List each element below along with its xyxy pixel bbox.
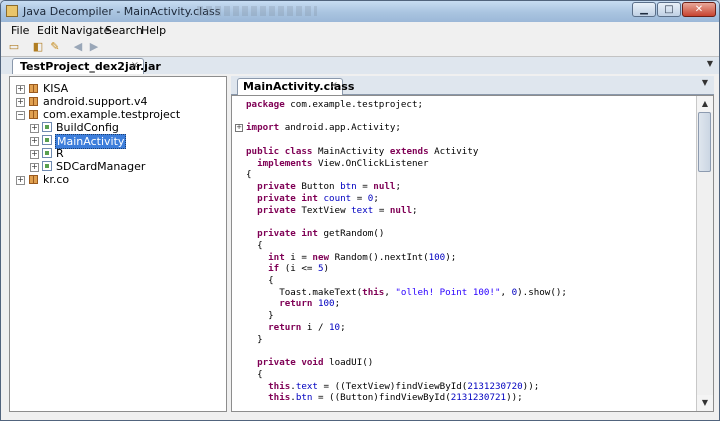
code-line: private int count = 0;	[257, 192, 379, 204]
code-line: {	[246, 239, 263, 251]
menu-search[interactable]: Search	[105, 24, 143, 37]
expand-icon[interactable]: +	[30, 150, 39, 159]
close-icon: ✕	[694, 4, 704, 15]
maximize-icon: □	[664, 4, 674, 15]
menu-edit[interactable]: Edit	[37, 24, 58, 37]
open-type-icon[interactable]: ◧	[31, 40, 45, 54]
open-file-icon[interactable]: ▭	[7, 40, 21, 54]
menu-bar: File Edit Navigate Search Help	[1, 22, 719, 38]
code-line: }	[246, 333, 263, 345]
code-line: this.btn = ((Button)findViewById(2131230…	[268, 392, 523, 404]
tab-testproject-jar[interactable]: TestProject_dex2jar.jar ×	[12, 58, 161, 74]
minimize-icon: ▁	[640, 4, 648, 15]
tree-item-label: android.support.v4	[43, 95, 148, 108]
tree-item-label: BuildConfig	[56, 121, 119, 134]
code-line: }	[246, 310, 274, 322]
tab-label: TestProject_dex2jar.jar	[20, 60, 161, 73]
class-file-icon	[42, 161, 52, 171]
code-line: return i / 10;	[268, 321, 346, 333]
editor-tab-list-dropdown-icon[interactable]: ▼	[702, 78, 708, 87]
expand-icon[interactable]: +	[30, 124, 39, 133]
titlebar-glare	[197, 6, 317, 16]
close-window-button[interactable]: ✕	[682, 2, 716, 17]
scroll-thumb[interactable]	[698, 112, 711, 172]
expand-icon[interactable]: +	[16, 176, 25, 185]
fold-imports-icon[interactable]: +	[235, 124, 243, 132]
code-line: return 100;	[279, 298, 341, 310]
code-line: Toast.makeText(this, "olleh! Point 100!"…	[246, 286, 567, 298]
code-line: implements View.OnClickListener	[257, 157, 429, 169]
app-icon	[6, 5, 18, 17]
editor-tab-bar: MainActivity.class × ▼	[231, 76, 714, 95]
expand-icon[interactable]: +	[16, 98, 25, 107]
close-tab-icon[interactable]: ×	[131, 60, 139, 71]
menu-file[interactable]: File	[11, 24, 29, 37]
close-tab-icon[interactable]: ×	[330, 80, 338, 91]
tab-list-dropdown-icon[interactable]: ▼	[707, 59, 713, 68]
code-line: package com.example.testproject;	[246, 99, 424, 110]
tree-item-label: com.example.testproject	[43, 108, 181, 121]
code-line: {	[246, 368, 263, 380]
class-file-icon	[42, 122, 52, 132]
tab-mainactivity-class[interactable]: MainActivity.class ×	[237, 78, 354, 95]
collapse-icon[interactable]: −	[16, 111, 25, 120]
scroll-up-icon[interactable]: ▲	[697, 96, 713, 112]
back-arrow-icon[interactable]: ◀	[71, 40, 85, 54]
code-line: private TextView text = null;	[257, 204, 418, 216]
expand-icon[interactable]: +	[16, 85, 25, 94]
window-title: Java Decompiler - MainActivity.class	[23, 5, 221, 18]
code-line: private int getRandom()	[257, 228, 385, 240]
package-icon	[29, 110, 38, 119]
maximize-button[interactable]: □	[657, 2, 681, 17]
tree-item-label: kr.co	[43, 173, 70, 186]
code-line: {	[246, 275, 274, 287]
minimize-button[interactable]: ▁	[632, 2, 656, 17]
toolbar: ▭ ◧ ✎ ◀ ▶	[1, 38, 719, 57]
tree-item-label: SDCardManager	[56, 160, 146, 173]
class-file-icon	[42, 135, 52, 145]
package-icon	[29, 175, 38, 184]
package-icon	[29, 84, 38, 93]
source-code-view[interactable]: + package com.example.testproject; impor…	[231, 95, 714, 412]
code-line: this.text = ((TextView)findViewById(2131…	[268, 380, 540, 392]
tree-item-label: R	[56, 147, 64, 160]
code-line: private Button btn = null;	[257, 181, 401, 193]
expand-icon[interactable]: +	[30, 163, 39, 172]
code-line: public class MainActivity extends Activi…	[246, 145, 479, 157]
code-line: import android.app.Activity;	[246, 122, 401, 134]
package-tree[interactable]: + KISA + android.support.v4 − com.exampl…	[9, 76, 227, 412]
title-bar[interactable]: Java Decompiler - MainActivity.class ▁ □…	[1, 1, 719, 22]
app-window: Java Decompiler - MainActivity.class ▁ □…	[0, 0, 720, 421]
package-icon	[29, 97, 38, 106]
code-pane: MainActivity.class × ▼ + package com.exa…	[231, 76, 714, 412]
scroll-down-icon[interactable]: ▼	[697, 395, 713, 411]
menu-navigate[interactable]: Navigate	[61, 24, 110, 37]
code-line: int i = new Random().nextInt(100);	[268, 251, 457, 263]
menu-help[interactable]: Help	[141, 24, 166, 37]
vertical-scrollbar[interactable]: ▲ ▼	[696, 96, 713, 411]
tree-item-label: MainActivity	[55, 134, 127, 149]
class-file-icon	[42, 148, 52, 158]
source-code: package com.example.testproject; import …	[246, 99, 567, 404]
code-line: private void loadUI()	[257, 357, 374, 369]
forward-arrow-icon[interactable]: ▶	[87, 40, 101, 54]
expand-icon[interactable]: +	[30, 137, 39, 146]
search-icon[interactable]: ✎	[48, 40, 62, 54]
code-line: {	[246, 169, 252, 181]
code-line: if (i <= 5)	[268, 263, 330, 275]
file-tab-bar: TestProject_dex2jar.jar × ▼	[1, 57, 719, 74]
tree-item-label: KISA	[43, 82, 69, 95]
main-area: + KISA + android.support.v4 − com.exampl…	[1, 74, 719, 420]
